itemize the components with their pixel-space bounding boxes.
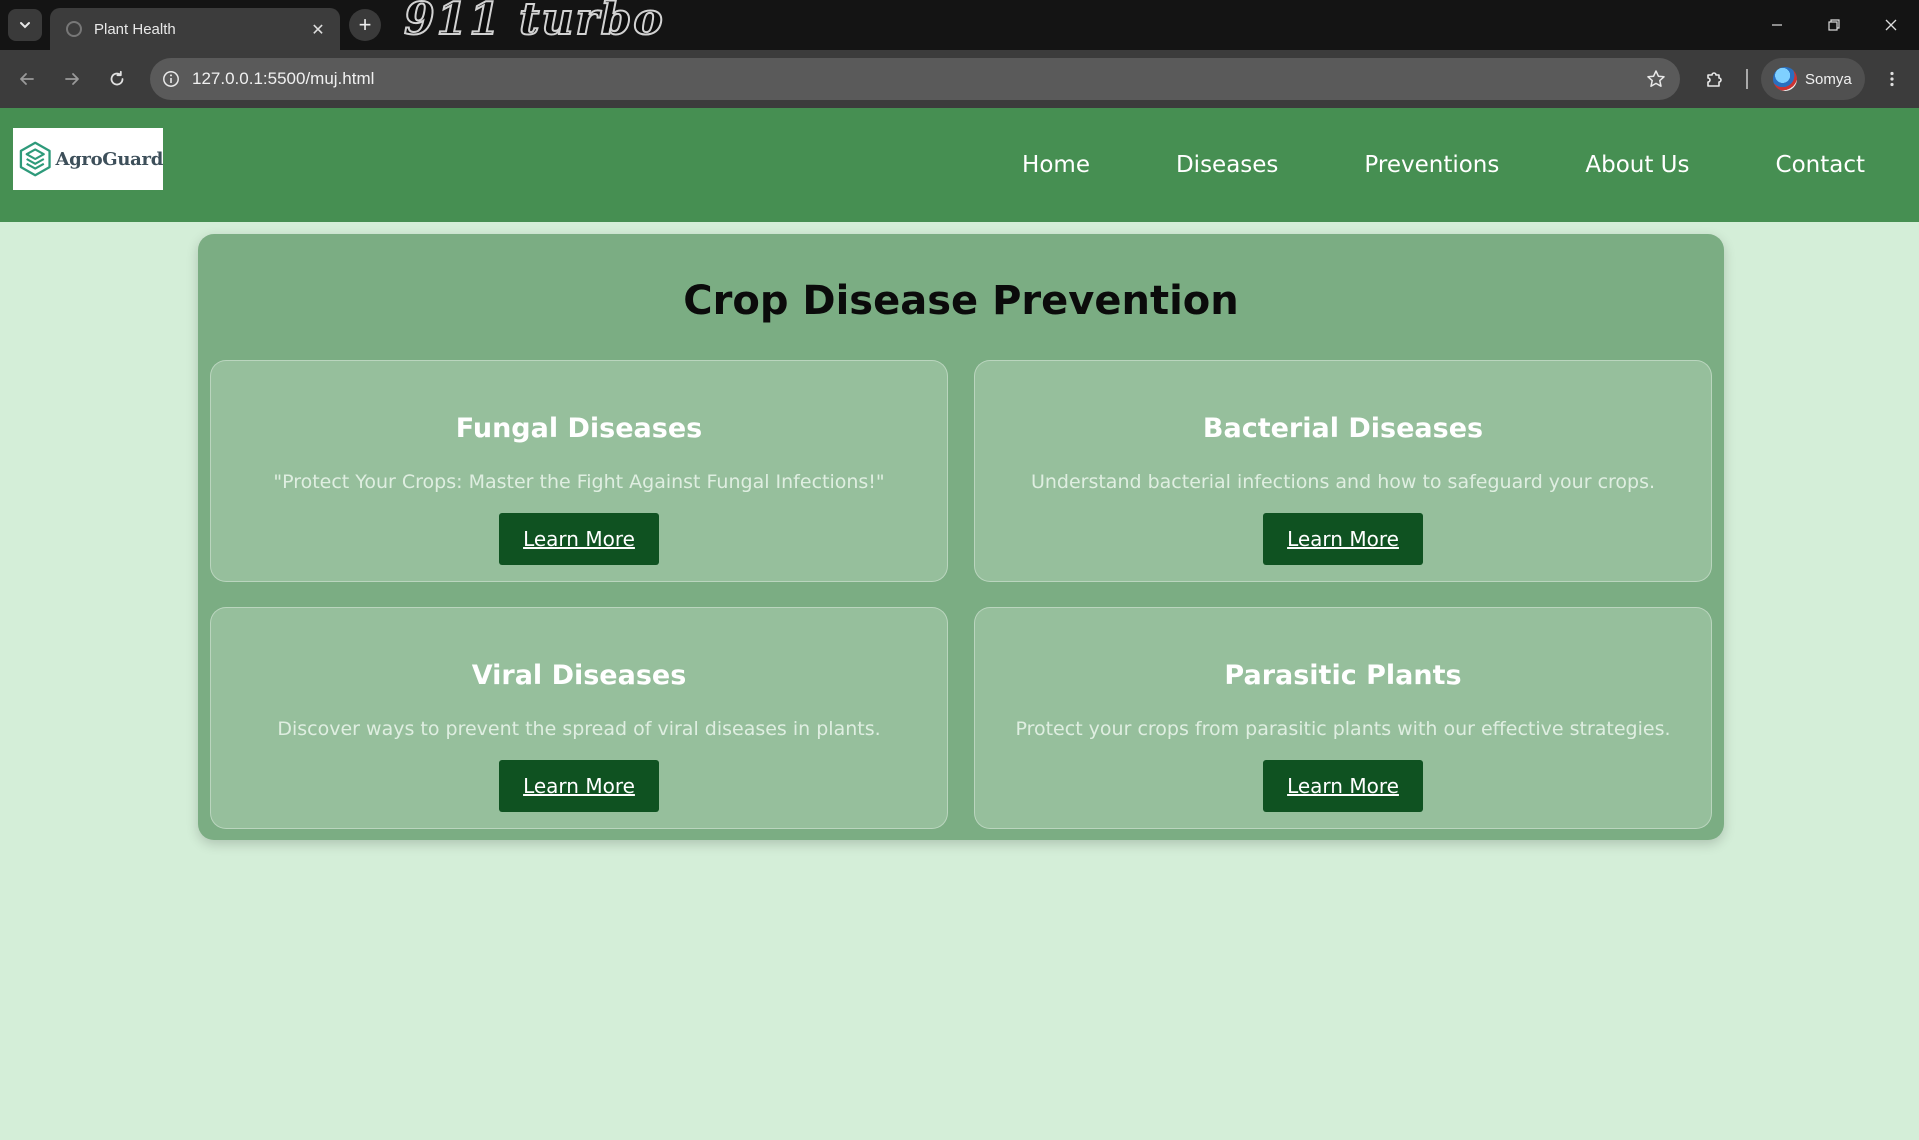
reload-button[interactable] bbox=[103, 65, 131, 93]
nav-link-home[interactable]: Home bbox=[1022, 152, 1090, 178]
bookmark-button[interactable] bbox=[1632, 69, 1680, 89]
profile-name: Somya bbox=[1805, 70, 1852, 88]
extensions-button[interactable] bbox=[1700, 65, 1728, 93]
learn-more-button[interactable]: Learn More bbox=[499, 513, 659, 565]
plus-icon: + bbox=[358, 12, 372, 37]
logo-text: AgroGuard bbox=[55, 148, 163, 170]
theme-wordmark: 911 turbo bbox=[403, 0, 665, 46]
learn-more-button[interactable]: Learn More bbox=[1263, 760, 1423, 812]
prevention-panel: Crop Disease Prevention Fungal Diseases … bbox=[198, 234, 1724, 840]
card-description: Understand bacterial infections and how … bbox=[1030, 471, 1656, 493]
chevron-down-icon bbox=[20, 22, 30, 29]
restore-icon bbox=[1827, 19, 1840, 31]
card-description: Discover ways to prevent the spread of v… bbox=[277, 718, 881, 740]
info-icon bbox=[163, 71, 179, 87]
arrow-right-icon bbox=[65, 73, 79, 85]
minimize-icon bbox=[1771, 24, 1782, 26]
arrow-left-icon bbox=[20, 73, 34, 85]
card-title: Parasitic Plants bbox=[1224, 660, 1462, 691]
profile-button[interactable]: Somya bbox=[1761, 58, 1865, 100]
tab-title: Plant Health bbox=[94, 20, 176, 38]
card-title: Bacterial Diseases bbox=[1202, 413, 1484, 444]
browser-menu-button[interactable] bbox=[1878, 65, 1906, 93]
main-nav: Home Diseases Preventions About Us Conta… bbox=[1022, 108, 1865, 222]
card-title: Fungal Diseases bbox=[455, 413, 703, 444]
agroguard-logo-icon bbox=[19, 141, 51, 177]
close-icon[interactable]: ✕ bbox=[308, 20, 328, 39]
site-logo[interactable]: AgroGuard bbox=[13, 128, 163, 190]
forward-button[interactable] bbox=[58, 65, 86, 93]
card-viral-diseases: Viral Diseases Discover ways to prevent … bbox=[210, 607, 948, 829]
window-controls bbox=[1748, 0, 1919, 50]
browser-toolbar: 127.0.0.1:5500/muj.html Somya bbox=[0, 50, 1919, 108]
url-text: 127.0.0.1:5500/muj.html bbox=[192, 69, 375, 88]
site-header: AgroGuard Home Diseases Preventions Abou… bbox=[0, 108, 1919, 222]
restore-button[interactable] bbox=[1805, 0, 1862, 50]
card-description: Protect your crops from parasitic plants… bbox=[1015, 718, 1671, 740]
new-tab-button[interactable]: + bbox=[349, 9, 381, 41]
browser-tab-active[interactable]: Plant Health ✕ bbox=[50, 8, 340, 50]
card-parasitic-plants: Parasitic Plants Protect your crops from… bbox=[974, 607, 1712, 829]
nav-link-preventions[interactable]: Preventions bbox=[1364, 152, 1499, 178]
toolbar-divider bbox=[1746, 69, 1748, 89]
globe-icon bbox=[66, 21, 82, 37]
nav-link-about-us[interactable]: About Us bbox=[1585, 152, 1689, 178]
tab-search-button[interactable] bbox=[8, 9, 42, 41]
learn-more-button[interactable]: Learn More bbox=[1263, 513, 1423, 565]
card-fungal-diseases: Fungal Diseases "Protect Your Crops: Mas… bbox=[210, 360, 948, 582]
avatar bbox=[1773, 67, 1797, 91]
minimize-button[interactable] bbox=[1748, 0, 1805, 50]
card-title: Viral Diseases bbox=[471, 660, 687, 691]
close-icon bbox=[1885, 19, 1896, 31]
browser-tabstrip: Plant Health ✕ + 911 turbo bbox=[0, 0, 1919, 50]
nav-link-contact[interactable]: Contact bbox=[1776, 152, 1865, 178]
close-window-button[interactable] bbox=[1862, 0, 1919, 50]
back-button[interactable] bbox=[13, 65, 41, 93]
site-info-icon[interactable] bbox=[150, 70, 192, 88]
nav-link-diseases[interactable]: Diseases bbox=[1176, 152, 1278, 178]
address-bar[interactable]: 127.0.0.1:5500/muj.html bbox=[150, 58, 1680, 100]
kebab-menu-icon bbox=[1890, 71, 1894, 87]
puzzle-icon bbox=[1707, 72, 1722, 87]
card-bacterial-diseases: Bacterial Diseases Understand bacterial … bbox=[974, 360, 1712, 582]
learn-more-button[interactable]: Learn More bbox=[499, 760, 659, 812]
page-title: Crop Disease Prevention bbox=[683, 278, 1239, 324]
reload-icon bbox=[110, 70, 124, 86]
card-description: "Protect Your Crops: Master the Fight Ag… bbox=[273, 471, 885, 493]
star-icon bbox=[1647, 70, 1665, 87]
